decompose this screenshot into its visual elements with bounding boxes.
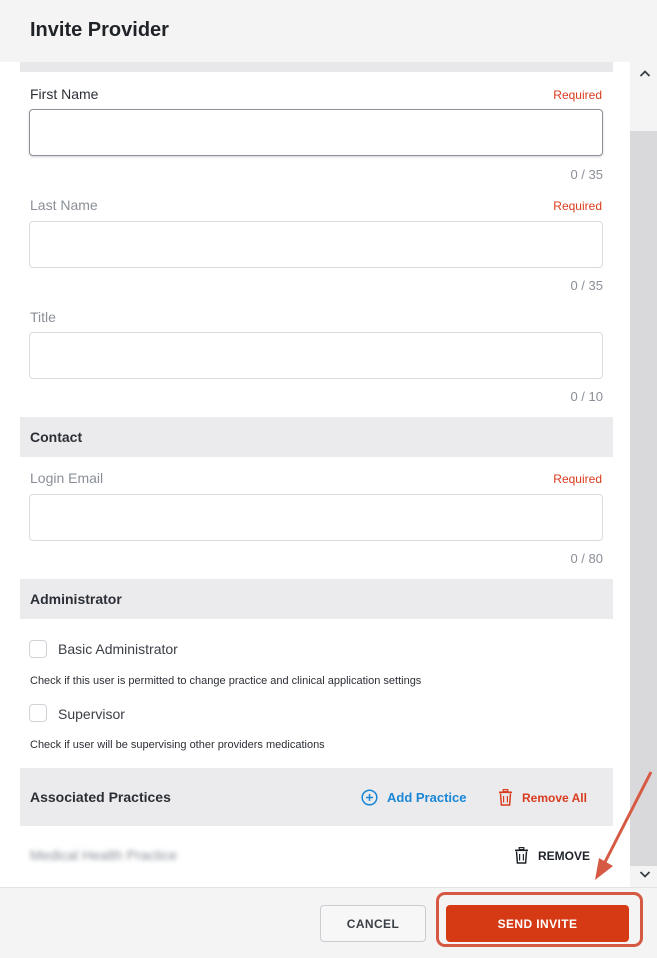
contact-section-title: Contact xyxy=(30,429,83,445)
administrator-section-header: Administrator xyxy=(20,579,613,619)
supervisor-help: Check if user will be supervising other … xyxy=(30,739,325,751)
title-input[interactable] xyxy=(29,332,603,379)
first-name-required: Required xyxy=(553,88,602,102)
basic-administrator-help: Check if this user is permitted to chang… xyxy=(30,675,422,687)
last-name-input[interactable] xyxy=(29,221,603,268)
plus-circle-icon xyxy=(361,789,378,806)
remove-practice-label: REMOVE xyxy=(538,848,591,863)
trash-icon xyxy=(499,789,512,806)
title-label: Title xyxy=(30,309,56,325)
cancel-button[interactable]: CANCEL xyxy=(320,905,426,942)
last-name-required: Required xyxy=(553,199,602,213)
scrollbar-thumb[interactable] xyxy=(630,131,657,866)
last-name-label: Last Name xyxy=(30,197,98,213)
remove-all-label: Remove All xyxy=(522,790,587,805)
practice-name: Medical Health Practice xyxy=(30,847,178,863)
first-name-label: First Name xyxy=(30,86,99,102)
chevron-up-icon[interactable] xyxy=(639,68,651,80)
basic-administrator-label[interactable]: Basic Administrator xyxy=(58,641,178,657)
contact-section-header: Contact xyxy=(20,417,613,457)
trash-icon xyxy=(515,847,528,864)
chevron-down-icon[interactable] xyxy=(639,868,651,880)
add-practice-label: Add Practice xyxy=(387,790,467,805)
add-practice-button[interactable]: Add Practice xyxy=(361,789,466,806)
login-email-counter: 0 / 80 xyxy=(570,551,603,566)
basic-administrator-checkbox[interactable] xyxy=(29,640,47,658)
administrator-section-title: Administrator xyxy=(30,591,122,607)
remove-practice-button[interactable]: REMOVE xyxy=(514,847,590,864)
scrollbar[interactable] xyxy=(630,62,657,887)
remove-all-button[interactable]: Remove All xyxy=(498,789,587,806)
list-item: Medical Health Practice REMOVE xyxy=(20,826,613,887)
first-name-input[interactable] xyxy=(29,109,603,156)
login-email-label: Login Email xyxy=(30,470,104,486)
dialog-body: First Name Required 0 / 35 Last Name Req… xyxy=(0,0,630,887)
supervisor-label[interactable]: Supervisor xyxy=(58,706,125,722)
first-name-counter: 0 / 35 xyxy=(570,167,603,182)
associated-practices-header: Associated Practices Add Practice Remove… xyxy=(20,768,613,826)
supervisor-checkbox[interactable] xyxy=(29,704,47,722)
title-counter: 0 / 10 xyxy=(570,389,603,404)
dialog-header: Invite Provider xyxy=(0,0,657,62)
associated-practices-title: Associated Practices xyxy=(30,789,171,805)
section-divider xyxy=(20,62,613,72)
login-email-required: Required xyxy=(553,472,602,486)
highlight-box xyxy=(436,892,643,947)
last-name-counter: 0 / 35 xyxy=(570,278,603,293)
login-email-input[interactable] xyxy=(29,494,603,541)
dialog-title: Invite Provider xyxy=(30,19,169,41)
